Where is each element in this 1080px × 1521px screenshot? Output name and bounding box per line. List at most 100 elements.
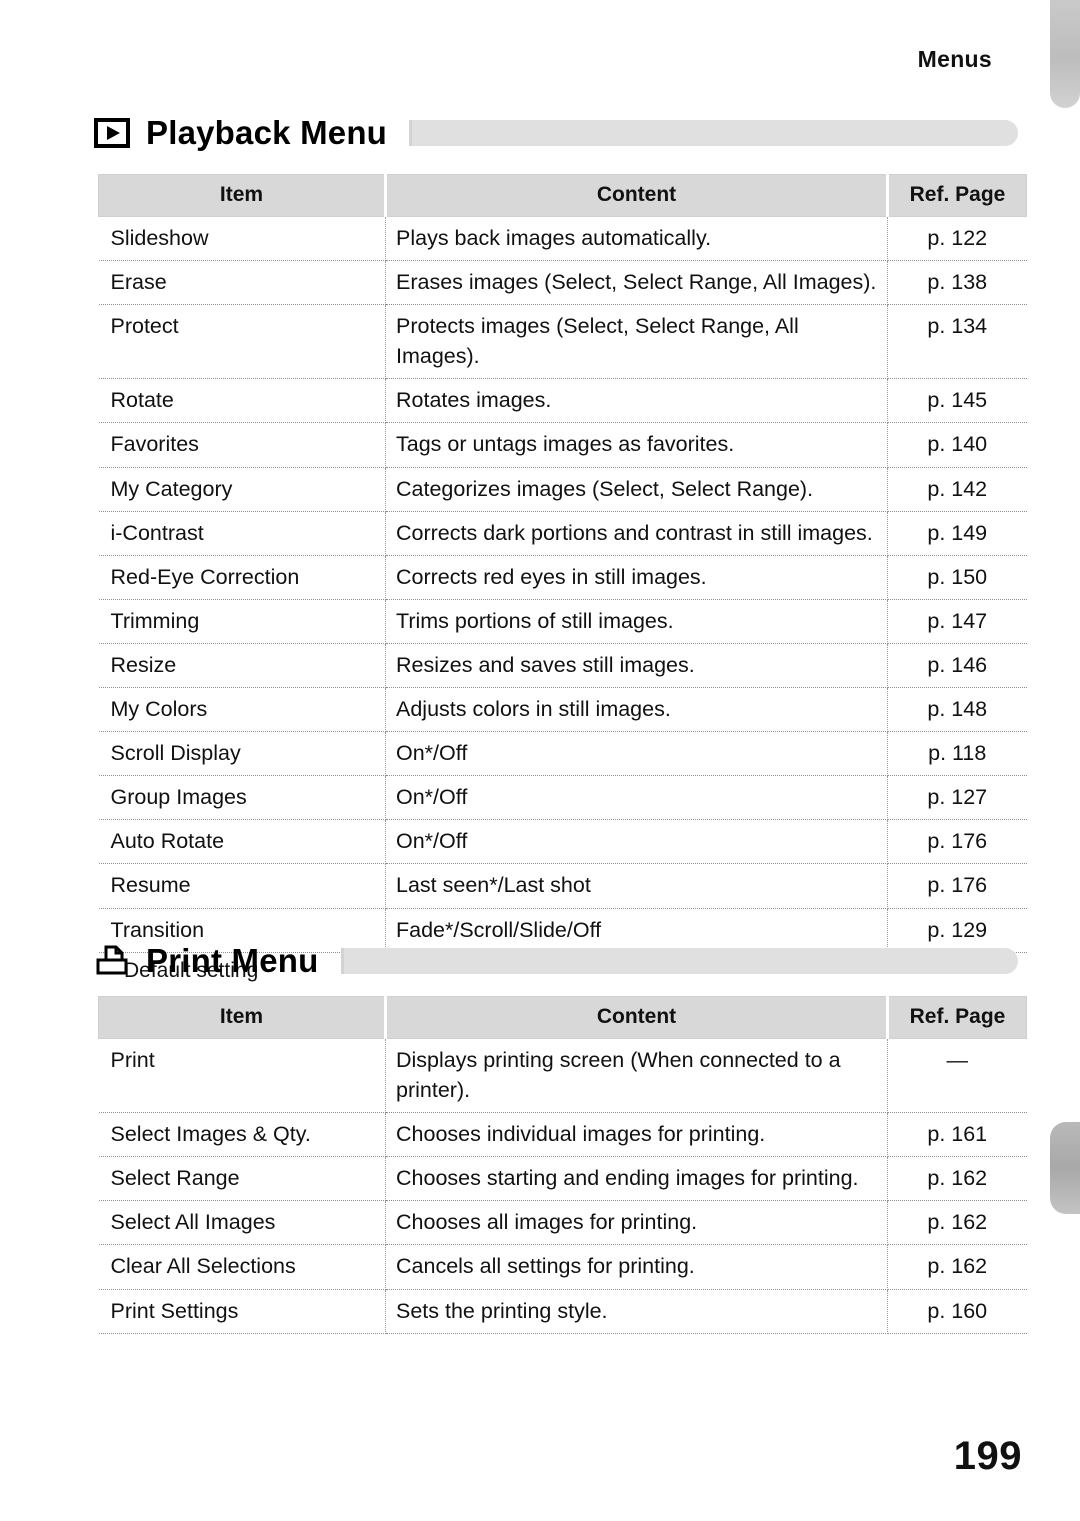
- cell-ref-page: p. 127: [887, 775, 1027, 821]
- cell-ref-page: p. 138: [887, 260, 1027, 306]
- table-row: Trimming Trims portions of still images. p…: [98, 599, 1027, 644]
- table-row: Erase Erases images (Select, Select Range…: [98, 260, 1027, 306]
- cell-content: Corrects dark portions and contrast in s…: [385, 511, 888, 556]
- running-head: Menus: [917, 46, 992, 72]
- cell-ref-page: p. 149: [887, 511, 1027, 556]
- table-row: Print Displays printing screen (When conn…: [98, 1038, 1027, 1114]
- cell-content: Chooses individual images for printing.: [385, 1112, 888, 1158]
- cell-content: Tags or untags images as favorites.: [385, 422, 888, 468]
- cell-content: On*/Off: [385, 819, 888, 865]
- cell-content: Resizes and saves still images.: [385, 643, 888, 689]
- playback-table-body: Slideshow Plays back images automatically…: [98, 216, 1027, 953]
- heading-rule: [340, 948, 1018, 974]
- cell-ref-page: p. 162: [887, 1244, 1027, 1290]
- cell-item: Scroll Display: [98, 731, 386, 777]
- column-header-ref-page: Ref. Page: [886, 174, 1027, 217]
- table-row: Resume Last seen*/Last shot p. 176: [98, 863, 1027, 909]
- table-row: My Colors Adjusts colors in still images.…: [98, 687, 1027, 733]
- column-header-item: Item: [98, 174, 386, 217]
- printer-icon: [92, 944, 132, 978]
- cell-content: Last seen*/Last shot: [385, 863, 888, 909]
- cell-item: Select Range: [98, 1156, 386, 1202]
- cell-content: On*/Off: [385, 731, 888, 777]
- table-header-row: Item Content Ref. Page: [98, 174, 1027, 217]
- column-header-item: Item: [98, 996, 386, 1039]
- table-row: Select Range Chooses starting and ending …: [98, 1156, 1027, 1202]
- table-row: Select Images & Qty. Chooses individual i…: [98, 1112, 1027, 1158]
- table-row: i-Contrast Corrects dark portions and con…: [98, 511, 1027, 556]
- table-row: Slideshow Plays back images automatically…: [98, 216, 1027, 262]
- table-row: Select All Images Chooses all images for …: [98, 1200, 1027, 1246]
- table-row: Resize Resizes and saves still images. p. …: [98, 643, 1027, 689]
- cell-content: Plays back images automatically.: [385, 216, 888, 262]
- cell-ref-page: p. 118: [887, 731, 1027, 777]
- cell-content: Categorizes images (Select, Select Range…: [385, 467, 888, 512]
- cell-item: Select All Images: [98, 1200, 386, 1246]
- column-header-content: Content: [384, 174, 888, 217]
- cell-item: Erase: [98, 260, 386, 306]
- column-header-content: Content: [384, 996, 888, 1039]
- table-row: Group Images On*/Off p. 127: [98, 775, 1027, 821]
- cell-item: Resume: [98, 863, 386, 909]
- cell-item: Print: [98, 1038, 386, 1114]
- table-row: Scroll Display On*/Off p. 118: [98, 731, 1027, 777]
- cell-content: Chooses starting and ending images for p…: [385, 1156, 888, 1202]
- cell-content: Adjusts colors in still images.: [385, 687, 888, 733]
- playback-menu-table: Item Content Ref. Page Slideshow Plays ba…: [98, 174, 1027, 953]
- cell-item: Rotate: [98, 378, 386, 424]
- cell-ref-page: p. 140: [887, 422, 1027, 468]
- cell-content: Protects images (Select, Select Range, A…: [385, 304, 888, 380]
- cell-item: Clear All Selections: [98, 1244, 386, 1290]
- table-header-row: Item Content Ref. Page: [98, 996, 1027, 1039]
- cell-content: Chooses all images for printing.: [385, 1200, 888, 1246]
- table-row: Rotate Rotates images. p. 145: [98, 378, 1027, 424]
- table-row: Favorites Tags or untags images as favori…: [98, 422, 1027, 468]
- cell-content: Erases images (Select, Select Range, All…: [385, 260, 888, 306]
- cell-ref-page: p. 122: [887, 216, 1027, 262]
- cell-item: Select Images & Qty.: [98, 1112, 386, 1158]
- table-row: Clear All Selections Cancels all settings…: [98, 1244, 1027, 1290]
- cell-ref-page: p. 161: [887, 1112, 1027, 1158]
- cell-item: Auto Rotate: [98, 819, 386, 865]
- section-title-print: Print Menu: [146, 942, 319, 979]
- print-table-body: Print Displays printing screen (When conn…: [98, 1038, 1027, 1334]
- cell-content: Rotates images.: [385, 378, 888, 424]
- cell-item: My Colors: [98, 687, 386, 733]
- page-number: 199: [953, 1434, 1022, 1478]
- cell-item: i-Contrast: [98, 511, 386, 556]
- thumb-tab-top: [1050, 0, 1080, 108]
- cell-ref-page: p. 162: [887, 1200, 1027, 1246]
- cell-item: Red-Eye Correction: [98, 555, 386, 600]
- cell-ref-page: p. 145: [887, 378, 1027, 424]
- cell-ref-page: p. 176: [887, 819, 1027, 865]
- table-row: Auto Rotate On*/Off p. 176: [98, 819, 1027, 865]
- cell-item: Trimming: [98, 599, 386, 644]
- cell-ref-page: p. 176: [887, 863, 1027, 909]
- cell-ref-page: p. 147: [887, 599, 1027, 644]
- cell-content: Cancels all settings for printing.: [385, 1244, 888, 1290]
- section-heading-print: Print Menu: [92, 938, 1020, 984]
- cell-ref-page: p. 146: [887, 643, 1027, 689]
- table-row: Red-Eye Correction Corrects red eyes in s…: [98, 555, 1027, 600]
- column-header-ref-page: Ref. Page: [886, 996, 1027, 1039]
- cell-item: Print Settings: [98, 1289, 386, 1334]
- cell-item: Resize: [98, 643, 386, 689]
- cell-ref-page: p. 160: [887, 1289, 1027, 1334]
- table-row: Print Settings Sets the printing style. p.…: [98, 1289, 1027, 1334]
- section-heading-playback: Playback Menu: [92, 110, 1020, 156]
- cell-item: Favorites: [98, 422, 386, 468]
- cell-item: Slideshow: [98, 216, 386, 262]
- cell-ref-page: p. 148: [887, 687, 1027, 733]
- cell-ref-page: p. 134: [887, 304, 1027, 380]
- heading-rule: [409, 120, 1018, 146]
- print-menu-table: Item Content Ref. Page Print Displays pri…: [98, 996, 1027, 1334]
- cell-content: Trims portions of still images.: [385, 599, 888, 644]
- cell-content: Sets the printing style.: [385, 1289, 888, 1334]
- table-row: My Category Categorizes images (Select, S…: [98, 467, 1027, 512]
- cell-content: On*/Off: [385, 775, 888, 821]
- cell-content: Displays printing screen (When connected…: [385, 1038, 888, 1114]
- cell-ref-page: p. 142: [887, 467, 1027, 512]
- section-title-playback: Playback Menu: [146, 114, 388, 151]
- cell-item: My Category: [98, 467, 386, 512]
- cell-ref-page: —: [887, 1038, 1027, 1114]
